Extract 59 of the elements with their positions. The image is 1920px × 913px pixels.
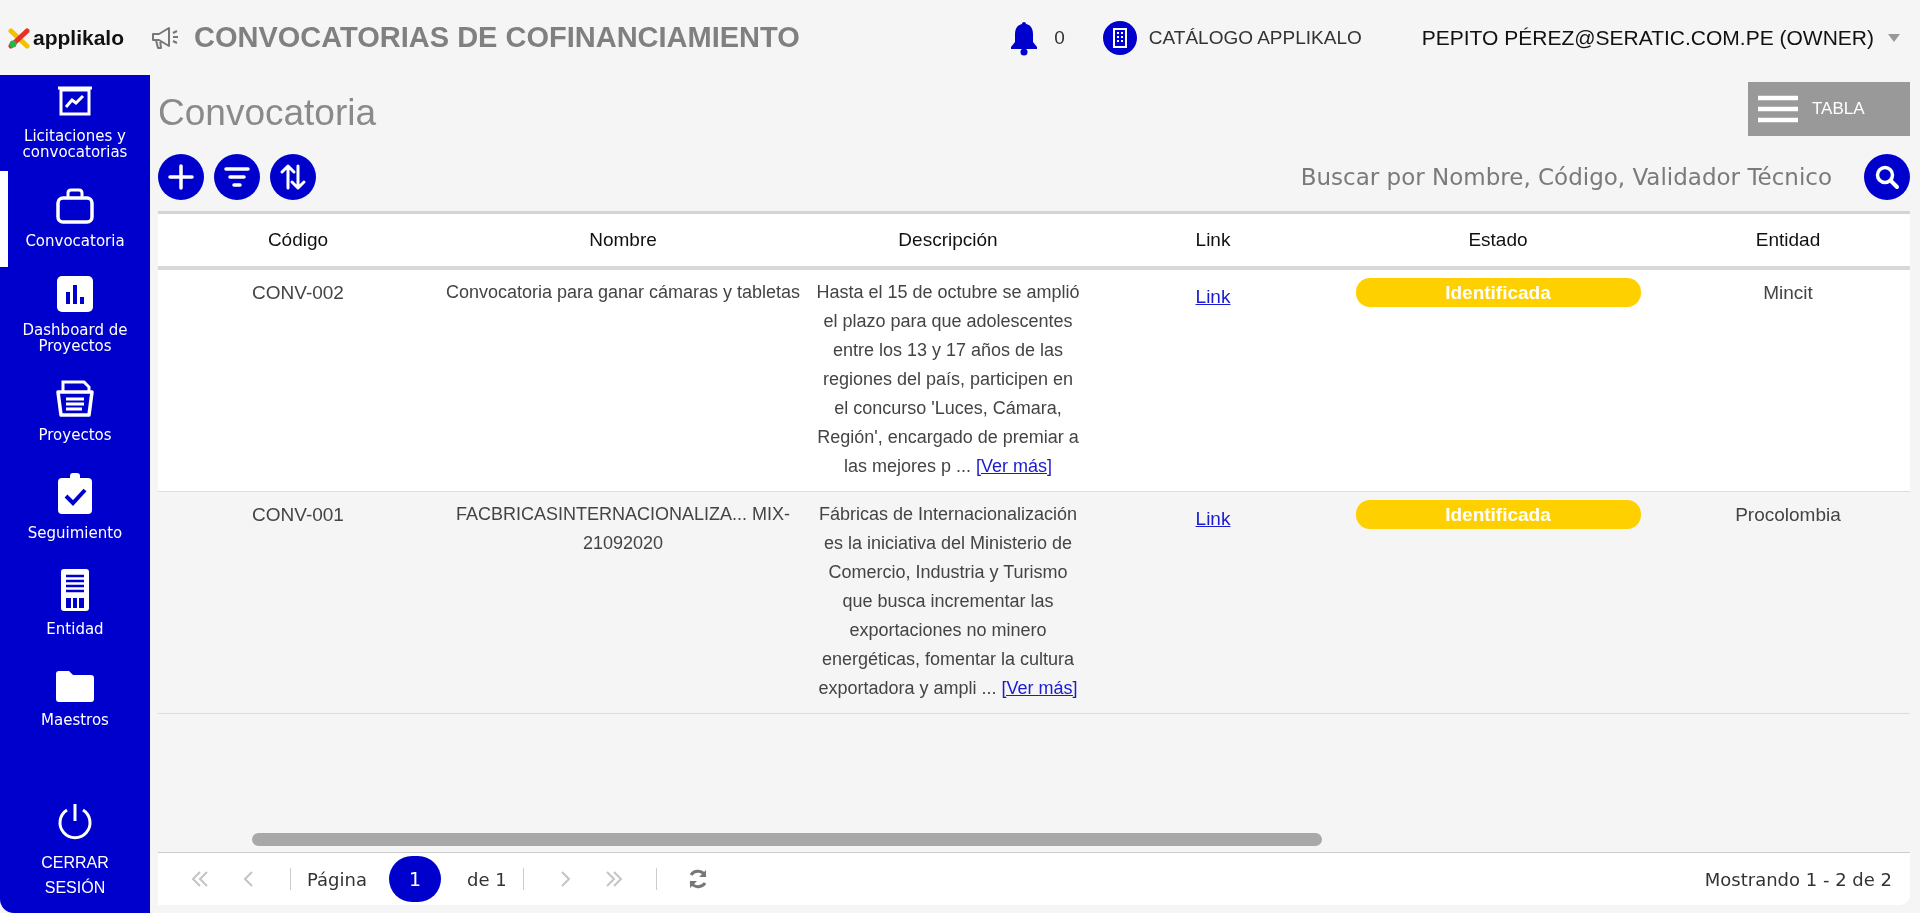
page-label: Página xyxy=(307,868,367,890)
search-icon xyxy=(1874,164,1900,190)
sort-arrows-icon xyxy=(279,163,307,191)
sidebar-item[interactable]: Seguimiento xyxy=(0,459,150,555)
status-badge: Identificada xyxy=(1355,500,1641,529)
notification-count: 0 xyxy=(1054,26,1065,49)
plus-icon xyxy=(168,164,194,190)
sidebar-item[interactable]: Convocatoria xyxy=(0,171,150,267)
page-header-title: CONVOCATORIAS DE COFINANCIAMIENTO xyxy=(194,21,800,54)
description-text: Hasta el 15 de octubre se amplió el plazo para que adolescentes entre los 13 y 17 años de las regiones del país, participen en el concurso 'Luces, Cámara, Región', encargado de premiar a las mejores p ... [Ver más] xyxy=(816,281,1080,478)
logo-mark-icon xyxy=(8,26,30,49)
column-header[interactable]: Código xyxy=(267,229,329,251)
horizontal-scrollbar[interactable] xyxy=(252,833,1322,846)
building-icon xyxy=(1102,20,1137,55)
column-header[interactable]: Link xyxy=(1195,229,1231,251)
catalog-link[interactable]: CATÁLOGO APPLIKALO xyxy=(1148,26,1362,49)
sidebar-item[interactable]: Dashboard de Proyectos xyxy=(0,267,150,363)
briefcase-icon xyxy=(55,188,95,225)
add-button[interactable] xyxy=(158,154,204,200)
filter-icon xyxy=(224,166,250,188)
description-text: Fábricas de Internacionalización es la iniciativa del Ministerio de Comercio, Industria y Turismo que busca incrementar las exportaciones no minero energéticas, fomentar la cultura exportadora y ampli ... [Ver más] xyxy=(817,503,1079,700)
server-icon xyxy=(60,568,90,613)
bar-chart-icon xyxy=(56,275,94,314)
link[interactable]: Link xyxy=(1195,504,1231,533)
sidebar-item[interactable]: Entidad xyxy=(0,555,150,651)
column-header[interactable]: Entidad xyxy=(1755,229,1821,251)
see-more-link[interactable]: [Ver más] xyxy=(976,456,1053,476)
sort-button[interactable] xyxy=(270,154,316,200)
sidebar-item[interactable]: Proyectos xyxy=(0,363,150,459)
results-summary: Mostrando 1 - 2 de 2 xyxy=(1704,868,1892,890)
search-button[interactable] xyxy=(1864,154,1910,200)
filter-button[interactable] xyxy=(214,154,260,200)
folder-icon xyxy=(55,669,95,704)
table-cell: FACBRICASINTERNACIONALIZA... MIX-21092020 xyxy=(455,504,790,553)
logo-text: applikalo xyxy=(33,25,125,50)
table-cell: Convocatoria para ganar cámaras y tabletas xyxy=(445,282,801,302)
search-field[interactable]: Buscar por Nombre, Código, Validador Técnico xyxy=(1290,163,1834,191)
table-cell: CONV-001 xyxy=(252,504,344,525)
status-badge: Identificada xyxy=(1355,278,1641,307)
column-header[interactable]: Nombre xyxy=(589,229,657,251)
column-header[interactable]: Descripción xyxy=(898,229,998,251)
table-cell: Mincit xyxy=(1763,282,1813,303)
logout-button[interactable]: CERRAR SESIÓN xyxy=(35,849,115,901)
menu-icon xyxy=(1758,95,1798,123)
document-tray-icon xyxy=(54,378,96,419)
user-menu[interactable]: PEPITO PÉREZ@SERATIC.COM.PE (OWNER) xyxy=(1421,25,1874,50)
sidebar-item[interactable]: Maestros xyxy=(0,651,150,747)
see-more-link[interactable]: [Ver más] xyxy=(1001,678,1078,698)
sidebar-item[interactable]: Licitaciones y convocatorias xyxy=(0,75,150,171)
table-cell: Procolombia xyxy=(1735,504,1841,525)
caret-icon xyxy=(1888,33,1900,42)
clipboard-check-icon xyxy=(56,472,94,517)
link[interactable]: Link xyxy=(1195,282,1231,311)
current-page[interactable]: 1 xyxy=(388,856,441,902)
page-title: Convocatoria xyxy=(158,92,376,134)
table-cell: CONV-002 xyxy=(252,282,344,303)
page-total: de 1 xyxy=(466,868,507,890)
megaphone-icon xyxy=(150,24,180,51)
column-header[interactable]: Estado xyxy=(1468,229,1528,251)
